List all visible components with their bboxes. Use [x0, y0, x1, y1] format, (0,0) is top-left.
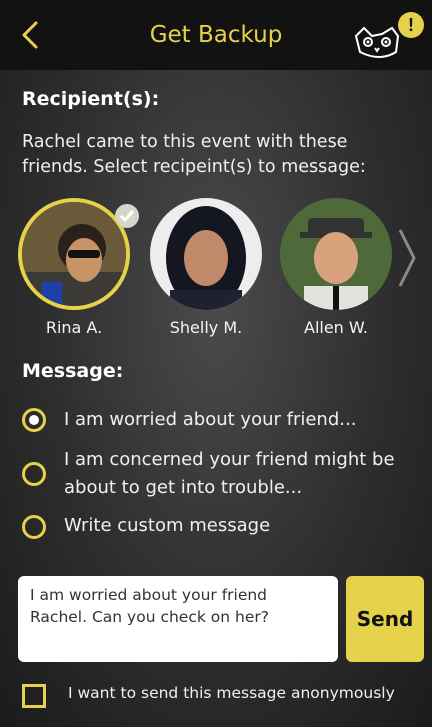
next-recipients-chevron-icon[interactable]: [396, 226, 418, 290]
recipient-avatar-allen[interactable]: [280, 198, 392, 310]
message-option-label[interactable]: I am concerned your friend might be abou…: [64, 446, 414, 502]
message-option-radio[interactable]: [22, 515, 46, 539]
recipients-description: Rachel came to this event with these fri…: [22, 132, 366, 177]
message-option-label[interactable]: I am worried about your friend...: [64, 406, 414, 434]
message-option-radio[interactable]: [22, 462, 46, 486]
selected-check-icon: [115, 204, 139, 228]
alert-badge[interactable]: !: [398, 12, 424, 38]
recipient-name: Shelly M.: [169, 318, 243, 337]
recipient-avatar-shelly[interactable]: [150, 198, 262, 310]
send-button[interactable]: Send: [346, 576, 424, 662]
anonymous-label[interactable]: I want to send this message anonymously: [68, 684, 395, 702]
message-option-label[interactable]: Write custom message: [64, 512, 414, 540]
recipients-heading: Recipient(s):: [22, 88, 160, 110]
app-header: Get Backup !: [0, 0, 432, 70]
recipient-name: Allen W.: [304, 318, 368, 337]
message-heading: Message:: [22, 360, 124, 382]
message-text-field[interactable]: I am worried about your friend Rachel. C…: [18, 576, 338, 662]
recipient-avatar-rina[interactable]: [18, 198, 130, 310]
anonymous-checkbox[interactable]: [22, 684, 46, 708]
recipient-name: Rina A.: [45, 318, 103, 337]
message-option-radio-selected[interactable]: [22, 408, 46, 432]
